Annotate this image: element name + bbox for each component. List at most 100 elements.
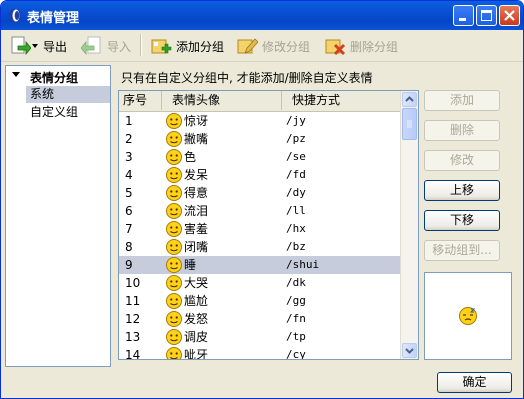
move-up-button[interactable]: 上移	[424, 180, 500, 201]
emoticon-shortcut: /fd	[286, 168, 306, 181]
table-row[interactable]: 14 呲牙/cy	[119, 346, 401, 360]
emoticon-name: 流泪	[184, 204, 209, 218]
export-label: 导出	[43, 39, 68, 54]
scroll-down-button[interactable]	[402, 343, 417, 358]
row-number: 10	[125, 276, 141, 290]
delete-button[interactable]: 删除	[424, 120, 500, 141]
tree-item-system[interactable]: 系统	[26, 86, 110, 103]
table-scrollbar[interactable]	[400, 91, 418, 359]
emoticon-shortcut: /tp	[286, 330, 306, 343]
emoticon-face-icon	[166, 113, 182, 129]
row-number: 13	[125, 330, 141, 344]
expand-arrow-icon[interactable]	[12, 72, 20, 77]
column-header-number[interactable]: 序号	[119, 91, 162, 110]
window-title: 表情管理	[27, 11, 80, 26]
table-row[interactable]: 8 闭嘴/bz	[119, 238, 401, 256]
minimize-icon	[459, 18, 466, 21]
table-row[interactable]: 3 色/se	[119, 148, 401, 166]
row-number: 14	[125, 348, 141, 360]
tree-root-emoticon-groups[interactable]: 表情分组	[6, 68, 110, 85]
ok-button[interactable]: 确定	[437, 372, 512, 393]
add-button[interactable]: 添加	[424, 90, 500, 111]
emoticon-name: 呲牙	[184, 348, 209, 360]
tree-item-custom-group[interactable]: 自定义组	[26, 104, 110, 121]
table-row[interactable]: 11 尴尬/gg	[119, 292, 401, 310]
table-row[interactable]: 12 发怒/fn	[119, 310, 401, 328]
chevron-down-icon	[405, 348, 414, 354]
group-tree[interactable]: 表情分组 系统 自定义组	[5, 65, 111, 367]
edit-group-label: 修改分组	[262, 39, 311, 54]
table-row[interactable]: 5 得意/dy	[119, 184, 401, 202]
emoticon-name: 尴尬	[184, 294, 209, 308]
dropdown-arrow-icon	[32, 43, 38, 48]
maximize-button[interactable]	[476, 5, 497, 26]
edit-button[interactable]: 修改	[424, 150, 500, 171]
emoticon-face-icon	[166, 221, 182, 237]
title-bar: 表情管理	[1, 1, 523, 30]
column-header-face[interactable]: 表情头像	[162, 91, 282, 110]
delete-group-icon	[324, 35, 346, 57]
table-row[interactable]: 1 惊讶/jy	[119, 112, 401, 130]
export-icon	[9, 35, 32, 57]
close-button[interactable]	[499, 5, 520, 26]
emoticon-name: 害羞	[184, 222, 209, 236]
add-group-button[interactable]: 添加分组	[150, 33, 224, 59]
emoticon-face-icon	[166, 239, 182, 255]
emoticon-face-icon	[166, 311, 182, 327]
scroll-up-button[interactable]	[402, 92, 417, 107]
delete-group-button[interactable]: 删除分组	[324, 33, 398, 59]
emoticon-shortcut: /fn	[286, 312, 306, 325]
emoticon-face-icon	[166, 257, 182, 273]
emoticon-shortcut: /dk	[286, 276, 306, 289]
emoticon-shortcut: /cy	[286, 348, 306, 360]
table-row[interactable]: 4 发呆/fd	[119, 166, 401, 184]
table-row[interactable]: 2 撇嘴/pz	[119, 130, 401, 148]
emoticon-face-icon	[166, 347, 182, 359]
emoticon-shortcut: /shui	[286, 258, 320, 271]
row-number: 11	[125, 294, 141, 308]
minimize-button[interactable]	[453, 5, 474, 26]
row-number: 7	[125, 222, 133, 236]
emoticon-face-icon	[166, 329, 182, 345]
emoticon-face-icon	[166, 203, 182, 219]
import-label: 导入	[107, 39, 132, 54]
move-to-group-button[interactable]: 移动组到...	[424, 240, 500, 261]
emoticon-table[interactable]: 序号 表情头像 快捷方式 1 惊讶/jy 2 撇嘴/pz 3 色/se 4 发呆/fd 5 得意 /…	[118, 90, 419, 360]
row-number: 8	[125, 240, 133, 254]
import-button[interactable]: 导入	[80, 33, 132, 59]
tree-root-label: 表情分组	[30, 71, 79, 85]
emoticon-name: 发呆	[184, 168, 209, 182]
table-row[interactable]: 13 调皮/tp	[119, 328, 401, 346]
emoticon-shortcut: /jy	[286, 114, 306, 127]
row-number: 9	[125, 258, 133, 272]
emoticon-face-icon	[166, 131, 182, 147]
emoticon-manager-window: 表情管理 导出 导入 添加分组 修改分组 删除分组 表情分组 系统 自定义组 只…	[0, 0, 524, 399]
delete-group-label: 删除分组	[350, 39, 399, 54]
emoticon-name: 闭嘴	[184, 240, 209, 254]
emoticon-name: 调皮	[184, 330, 209, 344]
emoticon-face-icon	[166, 149, 182, 165]
row-number: 6	[125, 204, 133, 218]
table-row[interactable]: 7 害羞/hx	[119, 220, 401, 238]
emoticon-shortcut: /pz	[286, 132, 306, 145]
maximize-icon	[481, 10, 492, 21]
table-row[interactable]: 6 流泪/ll	[119, 202, 401, 220]
emoticon-name: 大哭	[184, 276, 209, 290]
app-icon	[9, 8, 21, 23]
column-header-shortcut[interactable]: 快捷方式	[282, 91, 401, 110]
row-number: 4	[125, 168, 133, 182]
toolbar: 导出 导入 添加分组 修改分组 删除分组	[1, 30, 523, 62]
table-row[interactable]: 10 大哭/dk	[119, 274, 401, 292]
edit-group-icon	[236, 35, 259, 57]
export-button[interactable]: 导出	[9, 33, 67, 59]
emoticon-face-icon	[166, 167, 182, 183]
table-row[interactable]: 9 睡/shui	[119, 256, 401, 274]
move-down-button[interactable]: 下移	[424, 210, 500, 231]
emoticon-shortcut: /bz	[286, 240, 306, 253]
emoticon-shortcut: /ll	[286, 204, 306, 217]
edit-group-button[interactable]: 修改分组	[236, 33, 310, 59]
emoticon-preview	[424, 272, 512, 360]
scroll-thumb[interactable]	[402, 108, 417, 140]
emoticon-name: 撇嘴	[184, 132, 209, 146]
emoticon-face-icon	[166, 185, 182, 201]
